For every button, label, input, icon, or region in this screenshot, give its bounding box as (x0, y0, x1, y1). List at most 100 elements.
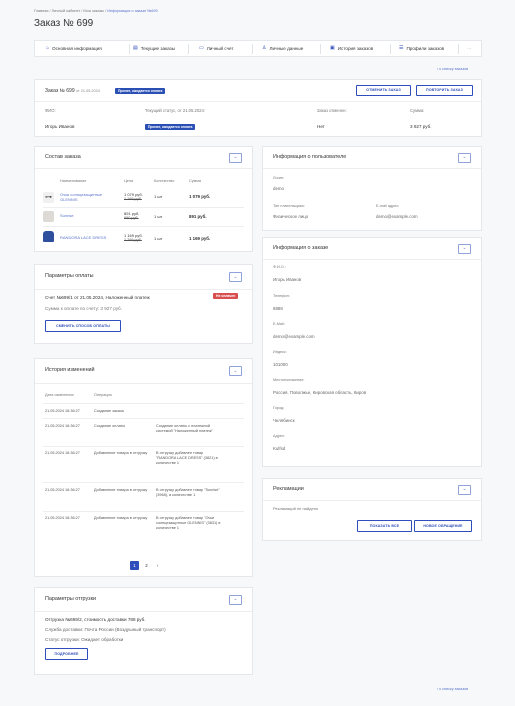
tab-divider (188, 44, 189, 54)
order-summary-card: Заказ № 699 от 21.05.2024 Принят, ожидае… (34, 79, 482, 137)
history-description: Создание оплаты с платежной системой "На… (156, 424, 213, 433)
field-value: Kulfsd (273, 446, 286, 451)
breadcrumb-item[interactable]: Мои заказы (83, 9, 104, 13)
status-badge: Принят, ожидается оплата (115, 88, 166, 95)
sunglasses-thumbnail[interactable]: ⊶ (43, 192, 54, 203)
top-thumbnail[interactable] (43, 211, 54, 222)
card-title: Параметры оплаты (45, 273, 94, 280)
tab-divider (458, 44, 459, 54)
divider (35, 101, 481, 102)
field-label: E-Mail: (273, 322, 285, 326)
divider (43, 403, 244, 404)
item-sum: 1 169 руб. (189, 236, 211, 241)
tabs-more-button[interactable]: ··· (467, 42, 472, 55)
tab-main-info[interactable]: ⌂ Основная информация (46, 42, 102, 55)
claims-card: Рекламации ⌄ Рекламаций не найдено ПОКАЗА… (262, 478, 482, 541)
canceled-value: Нет (317, 124, 325, 129)
status-value-badge: Принят, ожидается оплата (145, 124, 196, 131)
order-info-card: Информация о заказе ⌄ Ф.И.О.: Игорь Ивано… (262, 237, 482, 467)
tab-current-orders[interactable]: ▤ Текущие заказы (133, 42, 175, 55)
tab-divider (129, 44, 130, 54)
field-value: 8888 (273, 306, 283, 311)
dress-thumbnail[interactable] (43, 231, 54, 242)
field-label: Город: (273, 406, 285, 410)
product-link[interactable]: Очки солнцезащитные GLENNIS (60, 192, 117, 202)
payment-sum: Сумма к оплате по счету: 3 927 руб. (45, 306, 122, 311)
field-label: Ф.И.О.: (273, 265, 286, 269)
col-header: Цена (124, 179, 134, 183)
order-number: Заказ № 699 от 21.05.2024 (45, 88, 100, 94)
item-sum: 891 руб. (189, 214, 207, 219)
field-value: 101000 (273, 362, 288, 367)
field-label: Адрес: (273, 434, 285, 438)
field-value: demo@example.com (273, 334, 315, 339)
divider (43, 418, 244, 419)
history-date: 21.05.2024 16:36:27 (45, 409, 80, 413)
back-to-list-link-top[interactable]: ‹ к списку заказов (437, 67, 468, 72)
collapse-icon[interactable]: ⌄ (458, 243, 471, 254)
collapse-icon[interactable]: ⌄ (458, 152, 471, 163)
login-value: demo (273, 186, 284, 191)
show-all-claims-button[interactable]: ПОКАЗАТЬ ВСЕ (357, 520, 412, 532)
history-operation: Создание заказа (94, 409, 124, 413)
field-value: Челябинск (273, 418, 295, 423)
card-title: Параметры отгрузки (45, 595, 97, 602)
collapse-icon[interactable]: ⌄ (229, 152, 242, 163)
col-header: Количество (154, 179, 175, 183)
collapse-icon[interactable]: ⌄ (229, 366, 242, 376)
item-old-price: 1 199 руб. (124, 197, 142, 201)
canceled-label: Заказ отменен: (317, 108, 347, 113)
order-composition-card: Состав заказа ⌄ Наименование Цена Количес… (34, 146, 253, 252)
login-label: Логин: (273, 176, 285, 180)
email-value: demo@example.com (376, 214, 418, 219)
field-value: Игорь Иванов (273, 277, 302, 282)
item-old-price: 990 руб. (124, 216, 139, 220)
product-link[interactable]: RANDORA LACE DRESS (60, 235, 106, 240)
user-icon: ♙ (262, 45, 267, 52)
item-old-price: 1 299 руб. (124, 238, 142, 242)
collapse-icon[interactable]: ⌄ (229, 272, 242, 282)
tab-order-history[interactable]: ▣ История заказов (330, 42, 373, 55)
pagination-page-1[interactable]: 1 (130, 561, 139, 570)
divider (43, 511, 244, 512)
page-title: Заказ № 699 (34, 18, 94, 29)
tab-personal-account[interactable]: ▭ Личный счет (199, 42, 234, 55)
new-claim-button[interactable]: НОВОЕ ОБРАЩЕНИЕ (414, 520, 472, 532)
tab-personal-data[interactable]: ♙ Личные данные (262, 42, 303, 55)
field-label: Индекс: (273, 350, 287, 354)
collapse-icon[interactable]: ⌄ (229, 594, 242, 605)
breadcrumb-item[interactable]: Личный кабинет (52, 9, 81, 13)
item-qty: 1 шт (154, 214, 163, 219)
repeat-order-button[interactable]: ПОВТОРИТЬ ЗАКАЗ (416, 85, 473, 96)
back-to-list-link-bottom[interactable]: ‹ к списку заказов (437, 687, 468, 692)
tab-divider (320, 44, 321, 54)
breadcrumb: Главная / Личный кабинет / Мои заказы / … (34, 9, 158, 13)
card-title: История изменений (45, 367, 95, 374)
pagination-page-2[interactable]: 2 (142, 561, 151, 570)
payer-type-value: Физическое лицо (273, 214, 309, 219)
shipment-line: Отгрузка №699/2, стоимость доставки 788 … (45, 617, 146, 622)
item-sum: 1 079 руб. (189, 194, 211, 199)
invoice-line: Счет №699/1 от 21.05.2024, Наложенный пл… (45, 295, 150, 300)
history-operation: Добавление товара в отгрузку (94, 451, 148, 455)
card-title: Рекламации (273, 485, 304, 492)
field-label: Местоположение: (273, 378, 305, 382)
divider (43, 207, 244, 208)
card-title: Информация о пользователе (273, 153, 347, 160)
shipment-params-card: Параметры отгрузки ⌄ Отгрузка №699/2, сто… (34, 587, 253, 675)
breadcrumb-item[interactable]: Главная (34, 9, 48, 13)
fio-label: ФИО: (45, 108, 56, 113)
claims-empty-text: Рекламаций не найдено (273, 506, 319, 511)
profiles-icon: ☰ (399, 45, 404, 52)
change-payment-button[interactable]: СМЕНИТЬ СПОСОБ ОПЛАТЫ (45, 320, 121, 332)
product-link[interactable]: Sunrise (60, 213, 74, 218)
history-date: 21.05.2024 16:36:27 (45, 488, 80, 492)
history-date: 21.05.2024 16:36:27 (45, 451, 80, 455)
collapse-icon[interactable]: ⌄ (458, 484, 471, 495)
cancel-order-button[interactable]: ОТМЕНИТЬ ЗАКАЗ (356, 85, 411, 96)
shipment-details-button[interactable]: ПОДРОБНЕЕ (45, 648, 88, 660)
tab-order-profiles[interactable]: ☰ Профили заказов (399, 42, 444, 55)
pagination-next-icon[interactable]: › (153, 561, 162, 570)
sum-value: 3 927 руб. (410, 124, 432, 129)
email-label: E-mail адрес: (376, 204, 400, 208)
